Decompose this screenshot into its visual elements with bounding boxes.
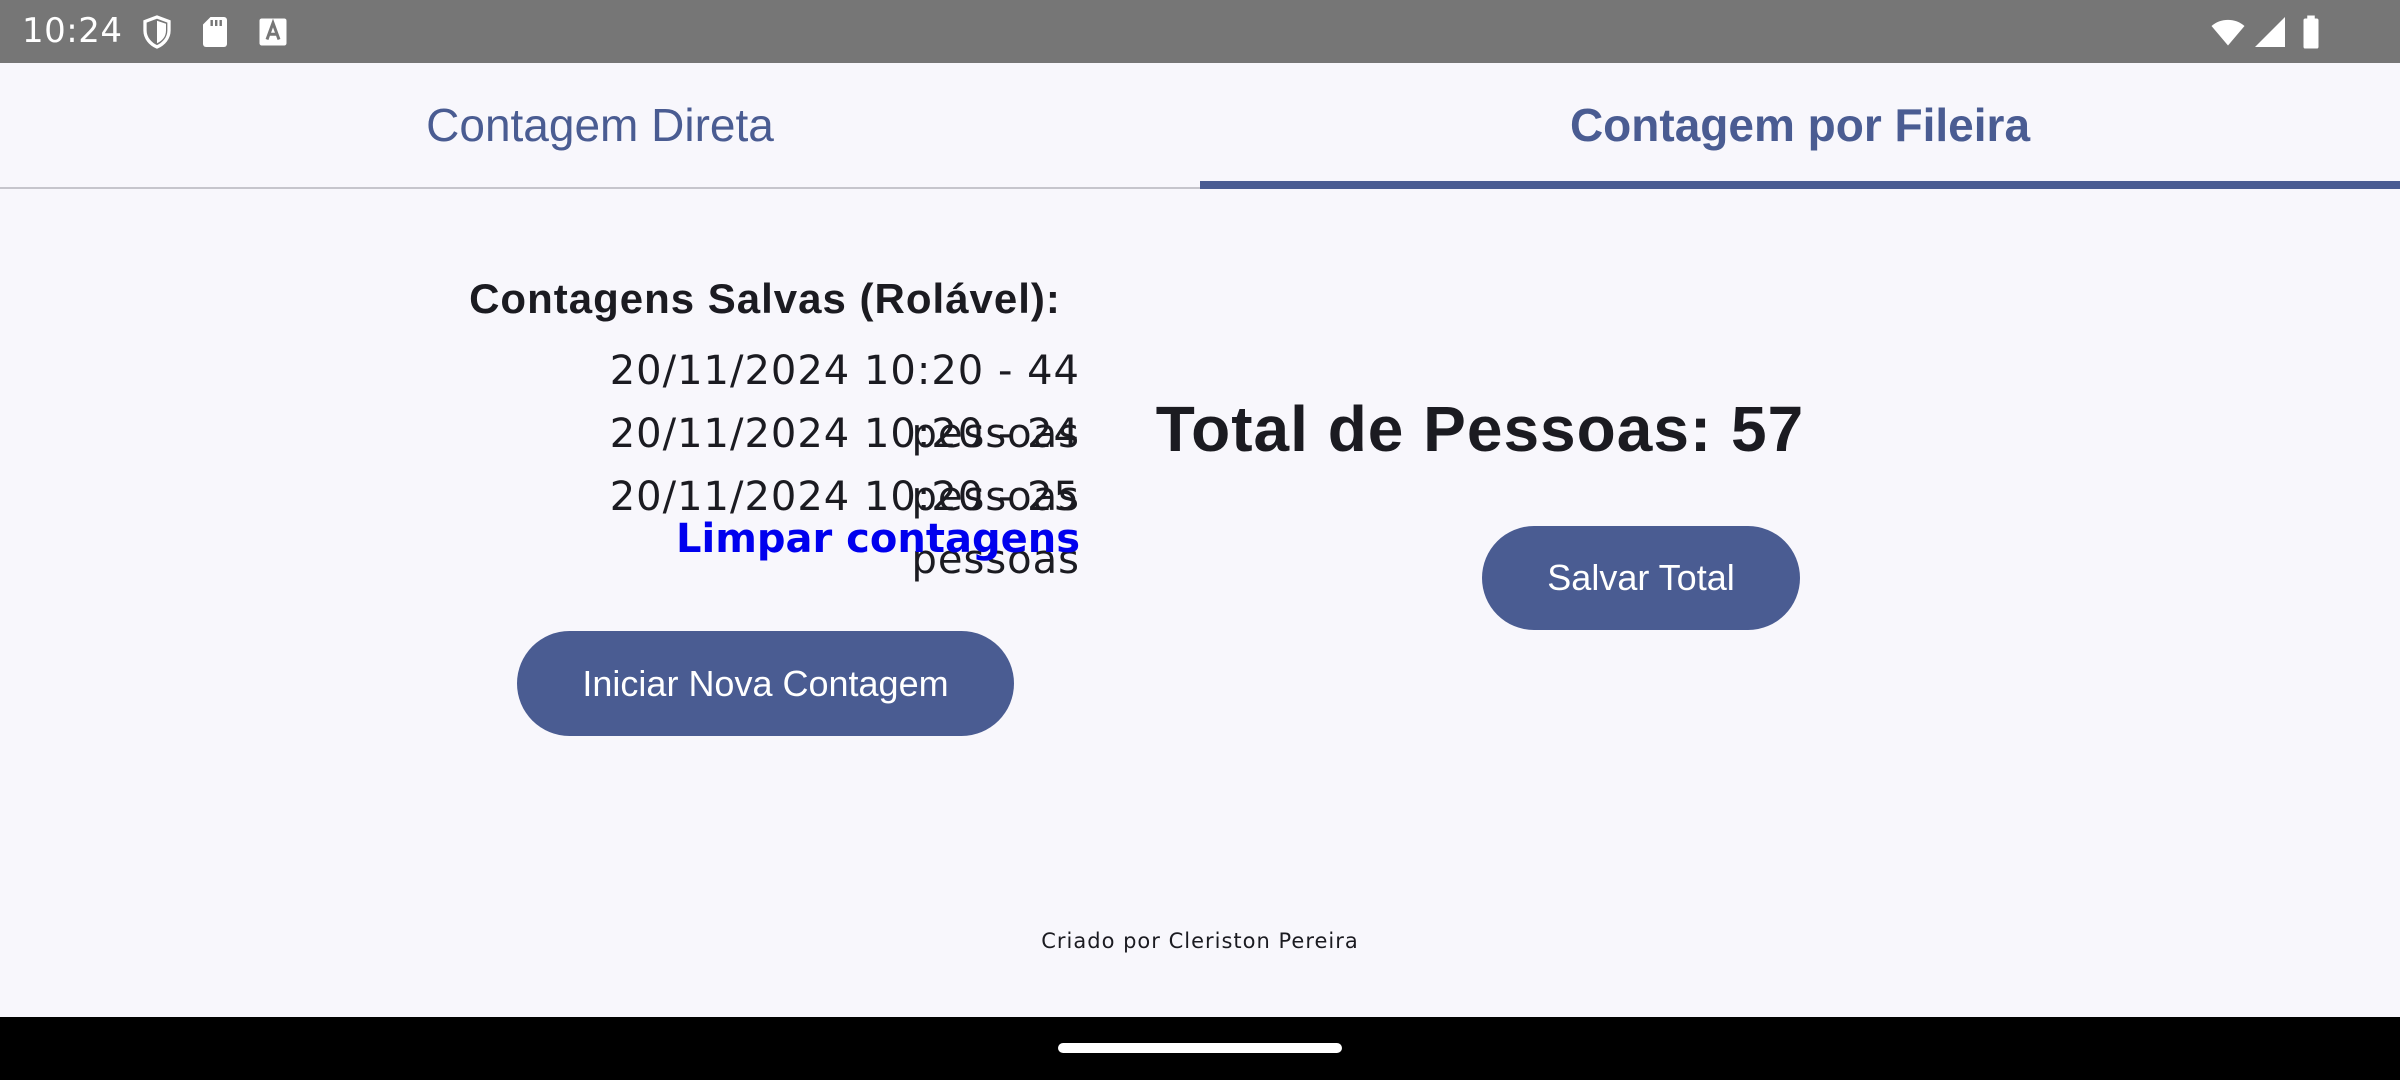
saved-counts-list[interactable]: 20/11/2024 10:20 - 44 pessoas 20/11/2024… — [440, 340, 1080, 583]
new-count-button[interactable]: Iniciar Nova Contagem — [517, 631, 1014, 736]
footer-credit: Criado por Cleriston Pereira — [1041, 929, 1359, 953]
status-time: 10:24 — [22, 11, 123, 51]
save-total-button[interactable]: Salvar Total — [1482, 526, 1800, 630]
saved-count-item: 20/11/2024 10:20 - 24 pessoas — [609, 411, 1080, 520]
wifi-icon — [2210, 14, 2246, 50]
tab-contagem-direta[interactable]: Contagem Direta — [0, 63, 1200, 187]
status-bar: 10:24 — [0, 0, 2400, 63]
saved-counts-title: Contagens Salvas (Rolável): — [469, 275, 1061, 322]
keyboard-a-icon — [255, 14, 291, 50]
saved-count-item: 20/11/2024 10:20 - 44 pessoas — [609, 348, 1080, 457]
tab-selected-indicator — [1200, 181, 2400, 189]
total-people-label: Total de Pessoas: 57 — [1155, 393, 1805, 465]
clear-counts-link[interactable]: Limpar contagens — [640, 516, 1080, 562]
tab-bar: Contagem Direta Contagem por Fileira — [0, 63, 2400, 189]
tab-contagem-por-fileira[interactable]: Contagem por Fileira — [1200, 63, 2400, 187]
navigation-bar — [0, 1017, 2400, 1080]
home-gesture-handle[interactable] — [1058, 1043, 1342, 1053]
sd-card-icon — [197, 14, 233, 50]
battery-icon — [2299, 14, 2329, 50]
shield-icon — [139, 14, 175, 50]
signal-icon — [2252, 14, 2288, 50]
